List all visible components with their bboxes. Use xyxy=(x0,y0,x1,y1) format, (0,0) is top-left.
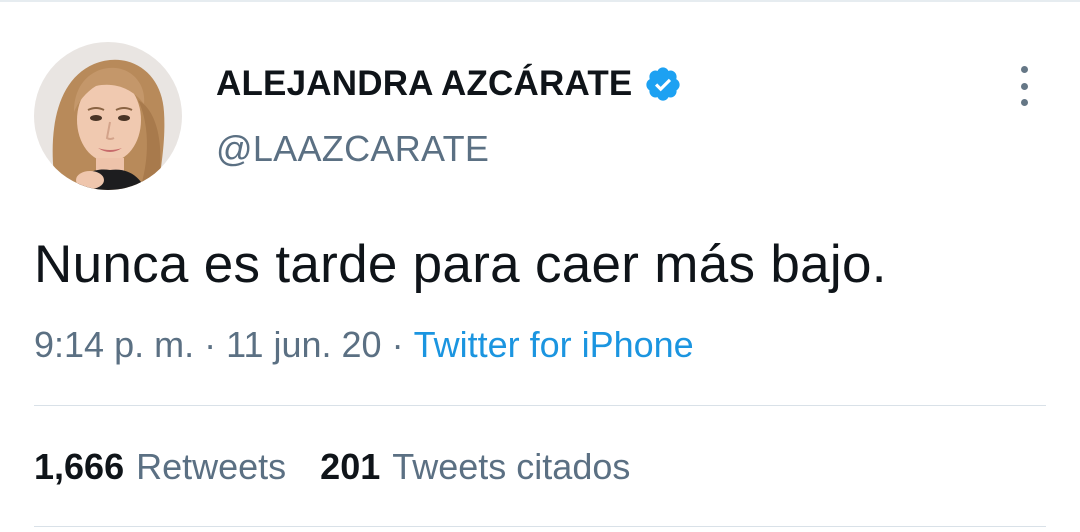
meta-separator: · xyxy=(204,324,217,365)
author-name-row[interactable]: ALEJANDRA AZCÁRATE xyxy=(216,58,682,110)
retweets-count: 1,666 xyxy=(34,446,125,487)
divider xyxy=(34,405,1046,406)
tweet-meta: 9:14 p. m. · 11 jun. 20 · Twitter for iPhone xyxy=(34,324,694,366)
more-dot xyxy=(1020,99,1028,106)
quote-tweets-stat[interactable]: 201 Tweets citados xyxy=(320,446,630,488)
quote-tweets-label: Tweets citados xyxy=(392,446,631,487)
meta-separator: · xyxy=(391,324,404,365)
avatar-photo xyxy=(34,42,182,190)
more-vertical-icon[interactable] xyxy=(1012,66,1036,106)
tweet-text: Nunca es tarde para caer más bajo. xyxy=(34,235,887,294)
tweet-stats: 1,666 Retweets 201 Tweets citados xyxy=(34,446,630,488)
retweets-stat[interactable]: 1,666 Retweets xyxy=(34,446,286,488)
avatar[interactable] xyxy=(34,42,182,190)
quote-tweets-count: 201 xyxy=(320,446,381,487)
more-dot xyxy=(1020,82,1028,90)
divider xyxy=(34,526,1046,527)
tweet-date[interactable]: 11 jun. 20 xyxy=(226,324,381,365)
display-name[interactable]: ALEJANDRA AZCÁRATE xyxy=(216,64,632,104)
tweet-source-link[interactable]: Twitter for iPhone xyxy=(414,324,694,365)
top-divider xyxy=(0,0,1080,2)
author-handle[interactable]: @LAAZCARATE xyxy=(216,128,489,170)
tweet-time[interactable]: 9:14 p. m. xyxy=(34,324,194,365)
more-dot xyxy=(1020,66,1028,73)
verified-badge-icon xyxy=(646,67,681,101)
retweets-label: Retweets xyxy=(136,446,287,487)
